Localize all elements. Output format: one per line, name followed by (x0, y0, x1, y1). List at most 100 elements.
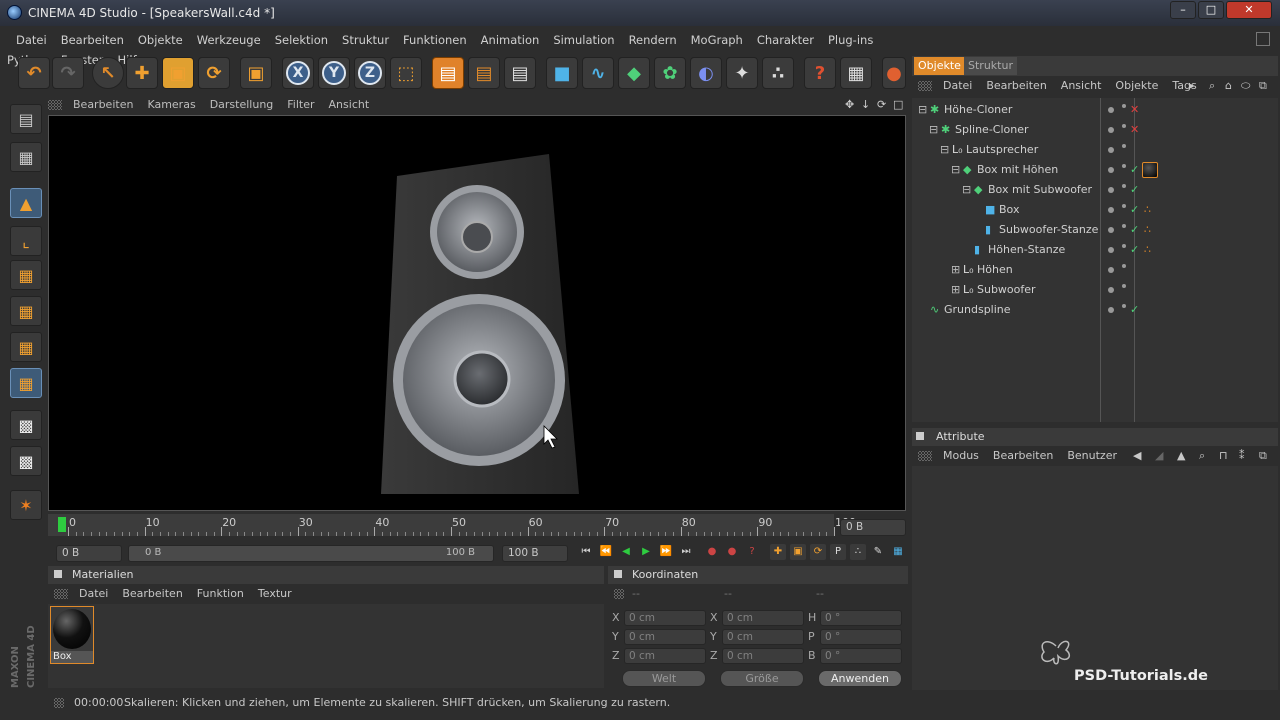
om-menu-objekte[interactable]: Objekte (1108, 77, 1165, 95)
live-selection-icon[interactable]: ↖ (92, 57, 124, 89)
om-menu-bearbeiten[interactable]: Bearbeiten (979, 77, 1053, 95)
web-icon[interactable]: ● (882, 57, 906, 89)
render-dot-icon[interactable] (1122, 144, 1126, 148)
menu-struktur[interactable]: Struktur (335, 30, 396, 50)
size-x-field[interactable]: 0 cm (722, 610, 804, 626)
mat-menu-funktion[interactable]: Funktion (190, 585, 251, 603)
menu-rendern[interactable]: Rendern (622, 30, 684, 50)
tab-struktur[interactable]: Struktur (964, 57, 1017, 75)
position-x-field[interactable]: 0 cm (624, 610, 706, 626)
position-y-field[interactable]: 0 cm (624, 629, 706, 645)
collapse-icon[interactable]: ⊟ (962, 180, 971, 200)
panel-close-icon[interactable] (916, 432, 924, 440)
timeline-start-field[interactable]: 0 B (56, 545, 122, 562)
undo-icon[interactable]: ↶ (18, 57, 50, 89)
search-icon[interactable]: ⌕ (1192, 447, 1212, 465)
layout-icon[interactable]: ▦ (840, 57, 872, 89)
vp-menu-darstellung[interactable]: Darstellung (203, 95, 281, 115)
menu-datei[interactable]: Datei (0, 30, 54, 50)
visibility-dot-icon[interactable] (1108, 167, 1114, 173)
object-row[interactable]: ⊞ L₀ Subwoofer (912, 280, 1276, 300)
new-window-icon[interactable]: ⧉ (1252, 447, 1274, 465)
material-swatch-box[interactable]: Box (50, 606, 94, 664)
viewport-layout-icon[interactable]: ▤ (10, 104, 42, 134)
visibility-dot-icon[interactable] (1108, 147, 1114, 153)
collapse-icon[interactable]: ⊟ (940, 140, 949, 160)
particles-icon[interactable]: ∴ (762, 57, 794, 89)
settings-icon[interactable]: ⁑ (1232, 447, 1252, 465)
boolean-tag-icon[interactable]: ∴ (1144, 220, 1151, 240)
attr-menu-modus[interactable]: Modus (936, 447, 986, 465)
x-axis-lock-icon[interactable]: X (282, 57, 314, 89)
size-z-field[interactable]: 0 cm (722, 648, 804, 664)
texture-mode-icon[interactable]: ▦ (10, 142, 42, 172)
edges-mode-icon[interactable]: ▦ (10, 296, 42, 326)
size-y-field[interactable]: 0 cm (722, 629, 804, 645)
play-forward-button[interactable]: ▶ (638, 544, 654, 560)
object-row[interactable]: ∿ Grundspline ✓ (912, 300, 1276, 320)
previous-key-button[interactable]: ⏪ (598, 544, 614, 560)
expand-icon[interactable]: ⊞ (951, 280, 960, 300)
menu-simulation[interactable]: Simulation (546, 30, 621, 50)
panel-grip-icon[interactable] (54, 589, 68, 599)
expand-icon[interactable]: ⊞ (951, 260, 960, 280)
coordinate-system-icon[interactable]: ⬚ (390, 57, 422, 89)
tab-objekte[interactable]: Objekte (914, 57, 965, 75)
render-dot-icon[interactable] (1122, 264, 1126, 268)
more-menu-arrow-icon[interactable]: ▸ (1182, 77, 1202, 95)
back-arrow-icon[interactable]: ◀ (1126, 447, 1148, 465)
om-menu-datei[interactable]: Datei (936, 77, 979, 95)
key-scale-icon[interactable]: ▣ (790, 544, 806, 560)
deformer-icon[interactable]: ◐ (690, 57, 722, 89)
preview-range-slider[interactable]: 0 B 100 B (128, 545, 494, 562)
attr-menu-benutzer[interactable]: Benutzer (1060, 447, 1124, 465)
material-tag-icon[interactable] (1142, 162, 1158, 178)
boolean-tag-icon[interactable]: ∴ (1144, 240, 1151, 260)
tweak-mode-icon[interactable]: ▩ (10, 410, 42, 440)
visibility-dot-icon[interactable] (1108, 107, 1114, 113)
object-row[interactable]: ⊟ L₀ Lautsprecher (912, 140, 1276, 160)
enabled-check-icon[interactable]: ✓ (1130, 200, 1139, 220)
om-menu-ansicht[interactable]: Ansicht (1054, 77, 1109, 95)
enabled-check-icon[interactable]: ✓ (1130, 180, 1139, 200)
disabled-x-icon[interactable]: ✕ (1130, 120, 1139, 140)
rotation-p-field[interactable]: 0 ° (820, 629, 902, 645)
timeline-window-icon[interactable]: ▦ (890, 544, 906, 560)
snap-icon[interactable]: ▩ (10, 446, 42, 476)
layout-switch-icon[interactable] (1256, 32, 1270, 46)
render-picture-viewer-icon[interactable]: ▤ (468, 57, 500, 89)
enabled-check-icon[interactable]: ✓ (1130, 220, 1139, 240)
timeline-end-field[interactable]: 100 B (502, 545, 568, 562)
collapse-icon[interactable]: ⊟ (951, 160, 960, 180)
go-to-start-button[interactable]: ⏮ (578, 544, 594, 560)
panel-grip-icon[interactable] (54, 698, 64, 708)
render-dot-icon[interactable] (1122, 304, 1126, 308)
record-keys-icon[interactable]: ● (704, 544, 720, 560)
render-view-icon[interactable]: ▤ (432, 57, 464, 89)
help-icon[interactable]: ? (804, 57, 836, 89)
object-row[interactable]: ⊟ ◆ Box mit Höhen ✓ (912, 160, 1276, 180)
panel-grip-icon[interactable] (918, 451, 932, 461)
visibility-dot-icon[interactable] (1108, 227, 1114, 233)
menu-mograph[interactable]: MoGraph (684, 30, 750, 50)
vp-menu-kameras[interactable]: Kameras (140, 95, 202, 115)
sculpt-icon[interactable]: ✶ (10, 490, 42, 520)
up-arrow-icon[interactable]: ▲ (1170, 447, 1192, 465)
panel-close-icon[interactable] (54, 570, 62, 578)
object-row[interactable]: ▮ Höhen-Stanze ✓ ∴ (912, 240, 1276, 260)
playhead-marker[interactable] (58, 517, 66, 532)
render-dot-icon[interactable] (1122, 244, 1126, 248)
rotate-tool-icon[interactable]: ⟳ (198, 57, 230, 89)
render-dot-icon[interactable] (1122, 184, 1126, 188)
panel-grip-icon[interactable] (48, 100, 62, 110)
vp-menu-ansicht[interactable]: Ansicht (322, 95, 377, 115)
maximize-button[interactable]: □ (1198, 1, 1224, 19)
panel-grip-icon[interactable] (614, 589, 624, 599)
apply-button[interactable]: Anwenden (818, 670, 902, 687)
key-position-icon[interactable]: ✚ (770, 544, 786, 560)
autokey-icon[interactable]: ● (724, 544, 740, 560)
key-rotation-icon[interactable]: ⟳ (810, 544, 826, 560)
object-row[interactable]: ⊟ ✱ Spline-Cloner ✕ (912, 120, 1276, 140)
points-mode-icon[interactable]: ▦ (10, 260, 42, 290)
vp-menu-filter[interactable]: Filter (280, 95, 321, 115)
